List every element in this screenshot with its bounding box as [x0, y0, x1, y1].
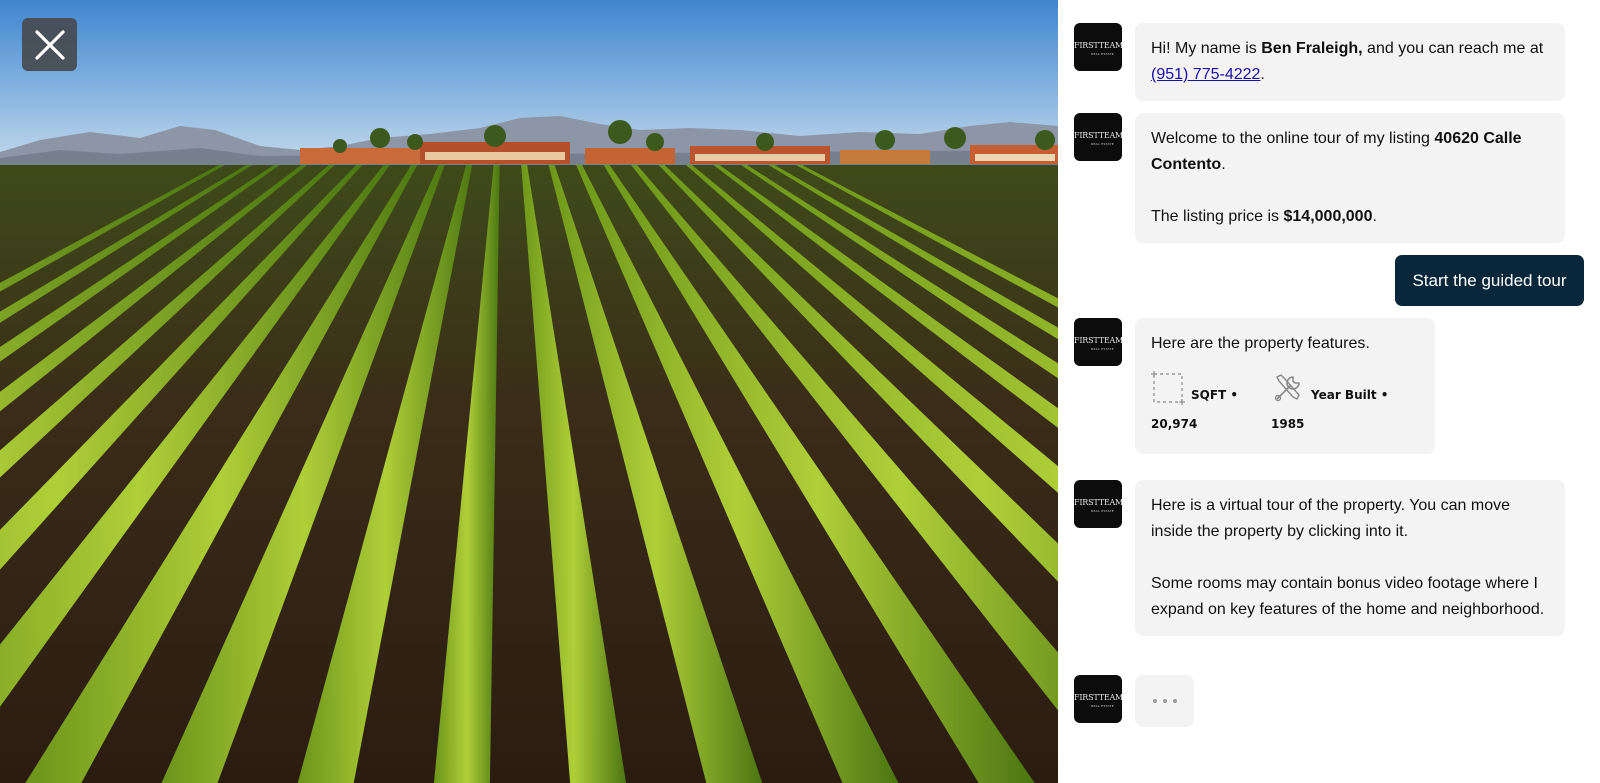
agent-message-virtual-tour: Here is a virtual tour of the property. …: [1135, 480, 1565, 636]
agent-message-intro: Hi! My name is Ben Fraleigh, and you can…: [1135, 23, 1565, 101]
feature-label: SQFT •: [1191, 388, 1239, 402]
feature-label: Year Built •: [1311, 388, 1389, 402]
typing-dot: [1172, 699, 1177, 703]
agent-avatar: FIRSTTEAM REAL ESTATE: [1074, 23, 1122, 71]
agent-logo-sub: REAL ESTATE: [1091, 52, 1114, 56]
vineyard-scene: [0, 0, 1058, 783]
agent-avatar: FIRSTTEAM REAL ESTATE: [1074, 318, 1122, 366]
feature-value: 1985: [1271, 417, 1305, 431]
typing-indicator: [1135, 675, 1194, 727]
agent-logo: FIRSTTEAM: [1074, 41, 1122, 50]
agent-avatar: FIRSTTEAM REAL ESTATE: [1074, 480, 1122, 528]
close-button[interactable]: [22, 18, 77, 71]
feature-value: 20,974: [1151, 417, 1198, 431]
vineyard-photo: [0, 0, 1058, 783]
close-icon: [34, 29, 65, 60]
sqft-icon: [1151, 371, 1185, 405]
listing-price: $14,000,000: [1283, 208, 1373, 225]
wrench-screwdriver-icon: [1274, 374, 1300, 402]
agent-message-welcome: Welcome to the online tour of my listing…: [1135, 113, 1565, 243]
chat-panel: FIRSTTEAM REAL ESTATE Hi! My name is Ben…: [1058, 0, 1600, 783]
property-features: SQFT • 20,974 Year Built • 1985: [1151, 371, 1419, 441]
typing-dot: [1162, 699, 1167, 703]
agent-avatar: FIRSTTEAM REAL ESTATE: [1074, 113, 1122, 161]
phone-link[interactable]: (951) 775-4222: [1151, 66, 1260, 83]
agent-avatar: FIRSTTEAM REAL ESTATE: [1074, 675, 1122, 723]
agent-message-features: Here are the property features. SQFT • 2…: [1135, 318, 1435, 454]
start-guided-tour-button[interactable]: Start the guided tour: [1395, 255, 1584, 306]
agent-name: Ben Fraleigh,: [1261, 40, 1363, 57]
typing-dot: [1152, 699, 1157, 703]
